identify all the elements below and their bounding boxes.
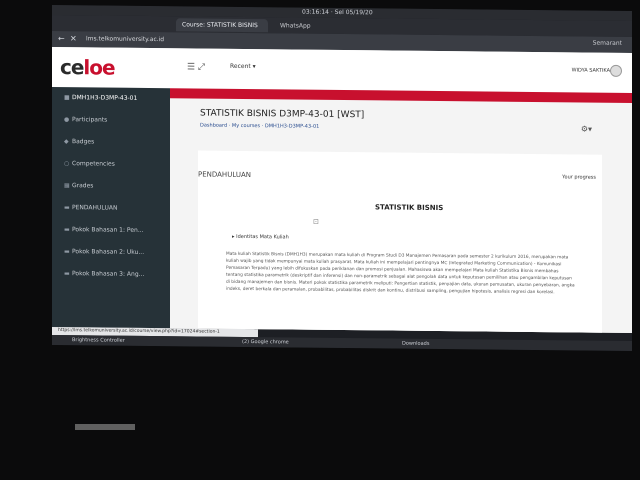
browser-tab-course[interactable]: Course: STATISTIK BISNIS xyxy=(176,18,268,33)
image-placeholder-icon: ⊡ xyxy=(313,217,319,226)
sidebar-item-label: Competencies xyxy=(72,160,115,168)
breadcrumb-course[interactable]: DMH1H3-D3MP-43-01 xyxy=(265,123,319,130)
grades-icon: ▦ xyxy=(64,182,70,190)
system-clock: 03:16:14 · Sel 05/19/20 xyxy=(302,8,373,17)
monitor-screen: 03:16:14 · Sel 05/19/20 Course: STATISTI… xyxy=(52,4,632,352)
sidebar-item-label: Pokok Bahasan 2: Uku... xyxy=(72,248,145,256)
taskbar-item-brightness[interactable]: Brightness Controller xyxy=(72,335,125,346)
web-page: celoe ☰ ⤢ Recent ▾ WIDYA SAKTIKA ■ DMH1H3… xyxy=(52,46,632,334)
sidebar-item-badges[interactable]: ◆ Badges xyxy=(64,135,94,149)
identitas-toggle[interactable]: ▸ Identitas Mata Kuliah xyxy=(232,234,289,241)
sidebar-item-label: Grades xyxy=(72,182,94,190)
sidebar-item-pokok-1[interactable]: ▬ Pokok Bahasan 1: Pen... xyxy=(64,223,144,238)
profile-account[interactable]: Semarant xyxy=(593,40,622,47)
sidebar-item-competencies[interactable]: ○ Competencies xyxy=(64,157,115,172)
avatar[interactable] xyxy=(610,64,622,77)
breadcrumb-my-courses[interactable]: My courses xyxy=(232,123,260,129)
breadcrumb-dashboard[interactable]: Dashboard xyxy=(200,123,227,129)
close-icon[interactable]: ✕ xyxy=(70,34,77,44)
course-description: Mata kuliah Statistik Bisnis (DMH1H3) me… xyxy=(226,251,575,296)
section-title: PENDAHULUAN xyxy=(198,170,252,180)
course-main: STATISTIK BISNIS D3MP-43-01 [WST] Dashbo… xyxy=(170,88,632,334)
logo-part-left: ce xyxy=(60,55,84,80)
course-sidebar: ■ DMH1H3-D3MP-43-01 ● Participants ◆ Badges… xyxy=(52,86,170,329)
sidebar-item-pokok-2[interactable]: ▬ Pokok Bahasan 2: Uku... xyxy=(64,245,144,260)
users-icon: ● xyxy=(64,116,70,124)
hat-icon: ■ xyxy=(64,94,70,102)
os-taskbar: Brightness Controller (2) Google chrome … xyxy=(52,334,632,352)
back-icon[interactable]: ← xyxy=(58,34,65,44)
address-bar[interactable]: lms.telkomuniversity.ac.id xyxy=(86,34,164,45)
progress-label: Your progress xyxy=(562,174,596,181)
recent-dropdown[interactable]: Recent ▾ xyxy=(230,63,256,70)
sidebar-item-label: Badges xyxy=(72,138,95,146)
menu-icon[interactable]: ☰ ⤢ xyxy=(187,62,205,72)
badge-icon: ◆ xyxy=(64,138,69,146)
sidebar-item-course[interactable]: ■ DMH1H3-D3MP-43-01 xyxy=(64,91,137,106)
site-header: celoe ☰ ⤢ Recent ▾ WIDYA SAKTIKA xyxy=(52,46,632,94)
sidebar-item-grades[interactable]: ▦ Grades xyxy=(64,179,93,193)
sidebar-item-pendahuluan[interactable]: ▬ PENDAHULUAN xyxy=(64,201,117,216)
folder-icon: ▬ xyxy=(64,270,70,278)
sidebar-item-label: PENDAHULUAN xyxy=(72,204,118,212)
taskbar-item-chrome[interactable]: (2) Google chrome xyxy=(242,337,289,347)
taskbar-item-downloads[interactable]: Downloads xyxy=(402,339,429,349)
sidebar-item-label: Pokok Bahasan 1: Pen... xyxy=(72,226,144,234)
sidebar-item-pokok-3[interactable]: ▬ Pokok Bahasan 3: Ang... xyxy=(64,267,144,282)
sidebar-item-label: DMH1H3-D3MP-43-01 xyxy=(72,94,138,102)
folder-icon: ▬ xyxy=(64,248,70,256)
sidebar-item-label: Pokok Bahasan 3: Ang... xyxy=(72,270,145,278)
recent-label: Recent xyxy=(230,62,251,71)
sidebar-item-participants[interactable]: ● Participants xyxy=(64,113,107,127)
page-title: STATISTIK BISNIS D3MP-43-01 [WST] xyxy=(200,108,365,121)
celoe-logo[interactable]: celoe xyxy=(60,55,115,80)
check-icon: ○ xyxy=(64,160,70,168)
folder-icon: ▬ xyxy=(64,226,70,234)
browser-tab-whatsapp[interactable]: WhatsApp xyxy=(274,19,346,33)
logo-part-right: loe xyxy=(83,55,115,80)
section-card xyxy=(198,150,602,333)
content-heading: STATISTIK BISNIS xyxy=(375,203,444,213)
breadcrumb: Dashboard · My courses · DMH1H3-D3MP-43-… xyxy=(200,122,320,130)
user-name[interactable]: WIDYA SAKTIKA xyxy=(572,67,610,73)
sidebar-item-label: Participants xyxy=(72,116,108,124)
gear-icon[interactable]: ⚙▾ xyxy=(581,125,592,134)
desk-reflection xyxy=(75,424,135,430)
identitas-label: Identitas Mata Kuliah xyxy=(236,233,289,241)
folder-icon: ▬ xyxy=(64,204,70,212)
